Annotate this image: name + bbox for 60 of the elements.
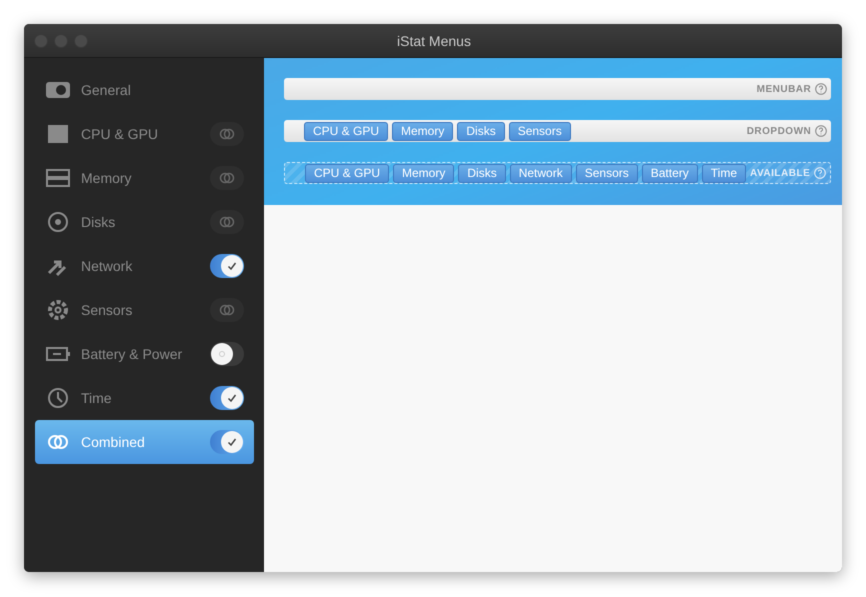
module-chip[interactable]: CPU & GPU <box>305 164 390 182</box>
rings-icon <box>219 172 235 184</box>
module-chip[interactable]: Disks <box>458 164 506 182</box>
module-chip[interactable]: Battery <box>642 164 698 182</box>
toggle-icon <box>45 79 71 101</box>
sidebar-item[interactable]: Time <box>35 376 254 420</box>
zone-label: MENUBAR <box>756 84 812 94</box>
sidebar-label: Combined <box>81 434 146 450</box>
knob-dot-icon <box>219 351 225 357</box>
sidebar-item[interactable]: Disks <box>35 200 254 244</box>
rings-icon <box>219 128 235 140</box>
combine-button[interactable] <box>210 210 244 234</box>
fan-icon <box>45 299 71 321</box>
module-chip[interactable]: Disks <box>457 122 505 140</box>
sidebar-label: Network <box>81 258 134 274</box>
sidebar-label: Time <box>81 390 113 406</box>
module-chip[interactable]: Memory <box>393 164 454 182</box>
sidebar-item[interactable]: Sensors <box>35 288 254 332</box>
sidebar-item[interactable]: Combined <box>35 420 254 464</box>
check-icon <box>227 437 237 447</box>
combine-button[interactable] <box>210 122 244 146</box>
help-icon[interactable] <box>815 83 828 95</box>
sidebar-label: Disks <box>81 214 116 230</box>
zone-label: AVAILABLE <box>750 168 810 178</box>
module-chip[interactable]: CPU & GPU <box>304 122 388 140</box>
sidebar-item[interactable]: Network <box>35 244 254 288</box>
rings-icon <box>219 216 235 228</box>
sidebar-item[interactable]: Battery & Power <box>35 332 254 376</box>
sidebar-label: Sensors <box>81 302 134 318</box>
help-icon[interactable] <box>815 125 828 137</box>
zone-label: DROPDOWN <box>746 126 812 136</box>
sidebar-item[interactable]: General <box>35 68 254 112</box>
window-control[interactable] <box>34 34 48 48</box>
module-chip[interactable]: Time <box>702 164 746 182</box>
toggle-switch[interactable] <box>210 254 244 278</box>
chip-icon <box>45 123 71 145</box>
check-icon <box>227 261 237 271</box>
memory-icon <box>45 167 71 189</box>
module-chip[interactable]: Memory <box>392 122 454 140</box>
combine-button[interactable] <box>210 166 244 190</box>
sidebar-item[interactable]: CPU & GPU <box>35 112 254 156</box>
sidebar-label: General <box>81 82 132 98</box>
sidebar-label: Memory <box>81 170 133 186</box>
toggle-switch[interactable] <box>210 386 244 410</box>
toggle-switch[interactable] <box>210 342 244 366</box>
rings-icon <box>219 304 235 316</box>
sidebar-item[interactable]: Memory <box>35 156 254 200</box>
toggle-switch[interactable] <box>210 430 244 454</box>
check-icon <box>227 393 237 403</box>
module-chip[interactable]: Network <box>510 164 572 182</box>
disk-icon <box>45 211 71 233</box>
window-control[interactable] <box>74 34 88 48</box>
window-control[interactable] <box>54 34 68 48</box>
clock-icon <box>45 387 71 409</box>
module-chip[interactable]: Sensors <box>508 122 571 140</box>
combine-button[interactable] <box>210 298 244 322</box>
sidebar-label: CPU & GPU <box>81 126 160 142</box>
window-title: iStat Menus <box>397 32 472 48</box>
module-chip[interactable]: Sensors <box>576 164 638 182</box>
sidebar-label: Battery & Power <box>81 346 184 362</box>
